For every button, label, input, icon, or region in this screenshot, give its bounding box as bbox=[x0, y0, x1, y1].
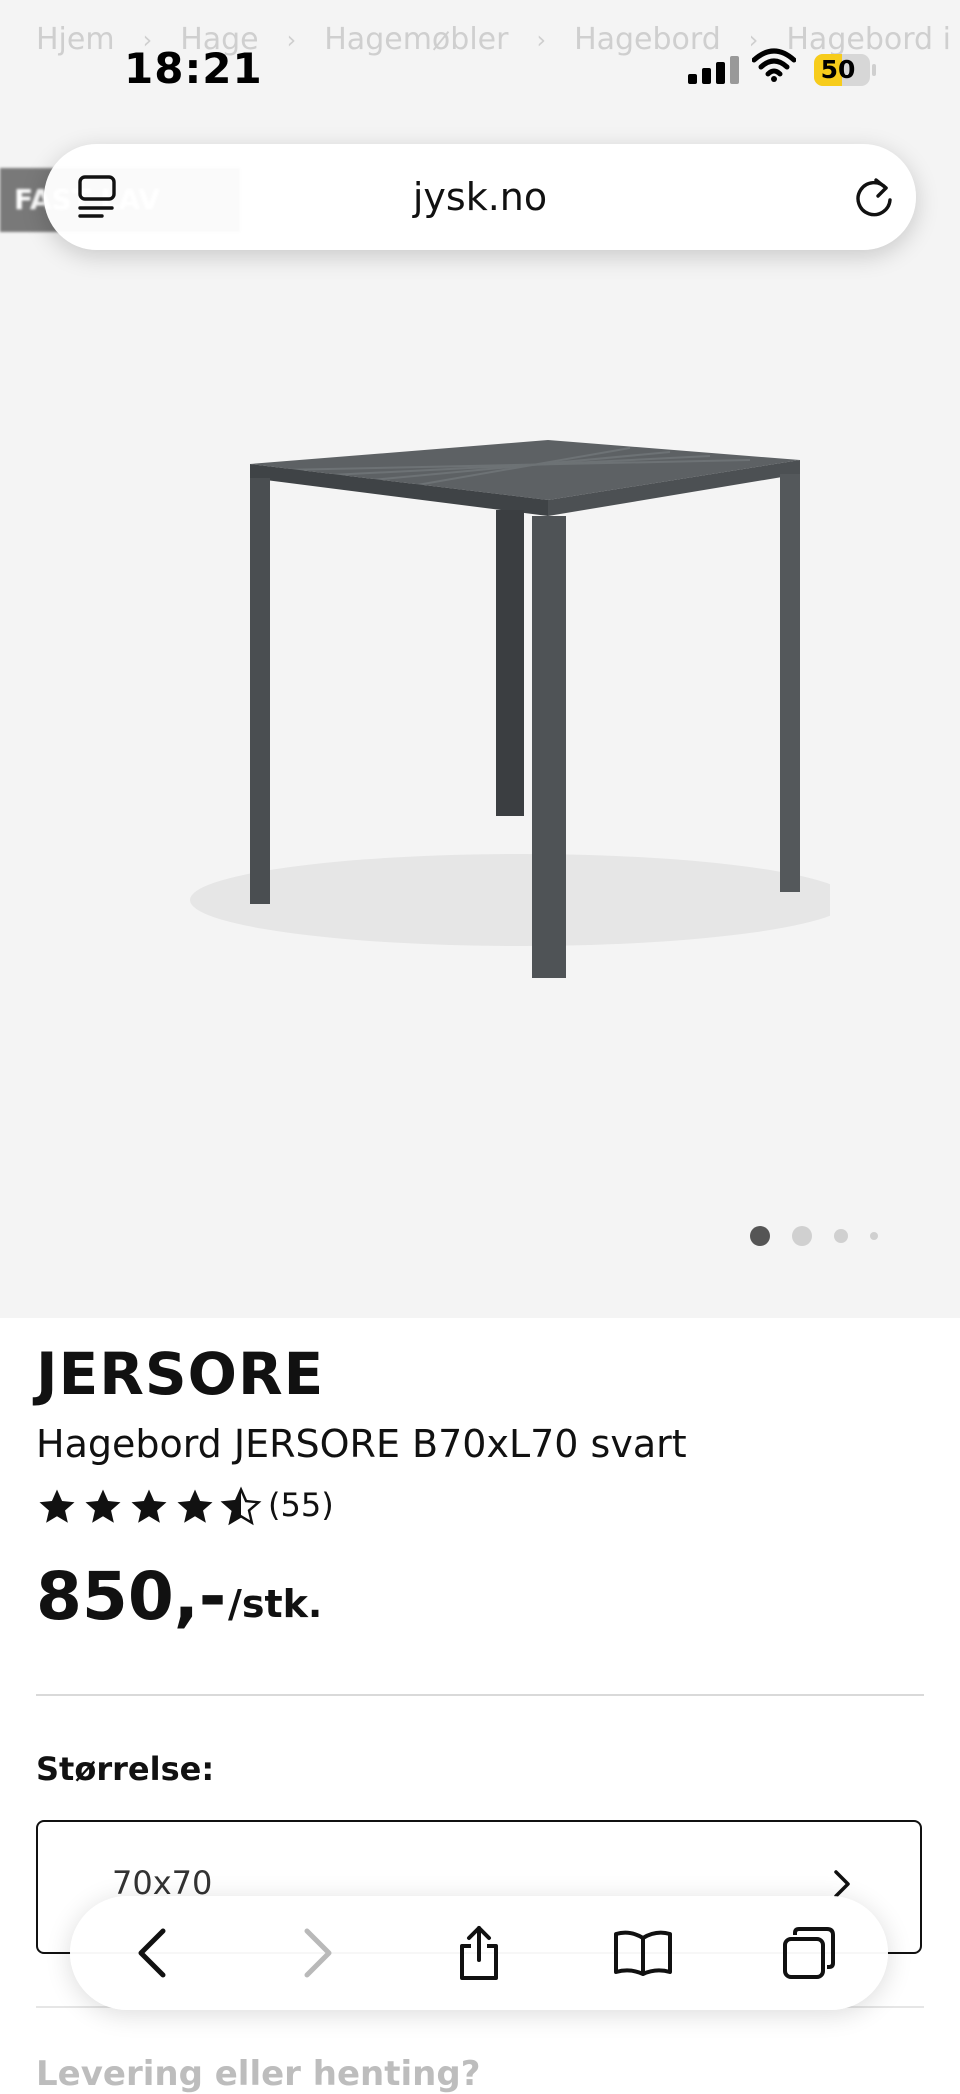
url-text[interactable]: jysk.no bbox=[44, 144, 916, 250]
bookmarks-button[interactable] bbox=[588, 1896, 698, 2010]
gallery-dot[interactable] bbox=[834, 1229, 848, 1243]
star-icon bbox=[85, 1489, 121, 1523]
battery-level: 50 bbox=[820, 55, 856, 84]
star-icon bbox=[131, 1489, 167, 1523]
review-count[interactable]: (55) bbox=[268, 1486, 334, 1524]
wifi-icon bbox=[752, 48, 796, 82]
tabs-overview-icon bbox=[783, 1927, 835, 1979]
cellular-signal-icon bbox=[688, 56, 739, 84]
star-icon bbox=[39, 1489, 75, 1523]
gallery-dot-active[interactable] bbox=[750, 1226, 770, 1246]
reload-icon[interactable] bbox=[852, 174, 896, 220]
share-button[interactable] bbox=[424, 1896, 534, 2010]
price-unit: /stk. bbox=[228, 1582, 323, 1626]
back-button[interactable] bbox=[98, 1896, 208, 2010]
rating-stars[interactable] bbox=[36, 1486, 262, 1528]
product-brand: JERSORE bbox=[36, 1340, 325, 1408]
gallery-pagination[interactable] bbox=[750, 1226, 878, 1246]
product-name: Hagebord JERSORE B70xL70 svart bbox=[36, 1422, 687, 1466]
bookmarks-icon bbox=[614, 1930, 672, 1976]
back-icon bbox=[138, 1928, 166, 1978]
tabs-button[interactable] bbox=[754, 1896, 864, 2010]
half-star-icon bbox=[220, 1486, 262, 1526]
gallery-dot[interactable] bbox=[870, 1232, 878, 1240]
battery-icon: 50 bbox=[814, 54, 876, 86]
product-price: 850,- bbox=[36, 1558, 227, 1635]
status-bar: 18:21 50 bbox=[0, 0, 960, 140]
star-icon bbox=[177, 1489, 213, 1523]
share-icon bbox=[460, 1926, 498, 1980]
delivery-heading: Levering eller henting? bbox=[36, 2054, 481, 2094]
product-image bbox=[190, 440, 830, 978]
divider bbox=[36, 1694, 924, 1696]
forward-icon bbox=[304, 1928, 332, 1978]
gallery-dot[interactable] bbox=[792, 1226, 812, 1246]
status-time: 18:21 bbox=[124, 44, 263, 93]
forward-button[interactable] bbox=[262, 1896, 372, 2010]
address-bar[interactable]: jysk.no bbox=[44, 144, 916, 250]
browser-toolbar bbox=[70, 1896, 888, 2010]
size-label: Størrelse: bbox=[36, 1750, 215, 1788]
